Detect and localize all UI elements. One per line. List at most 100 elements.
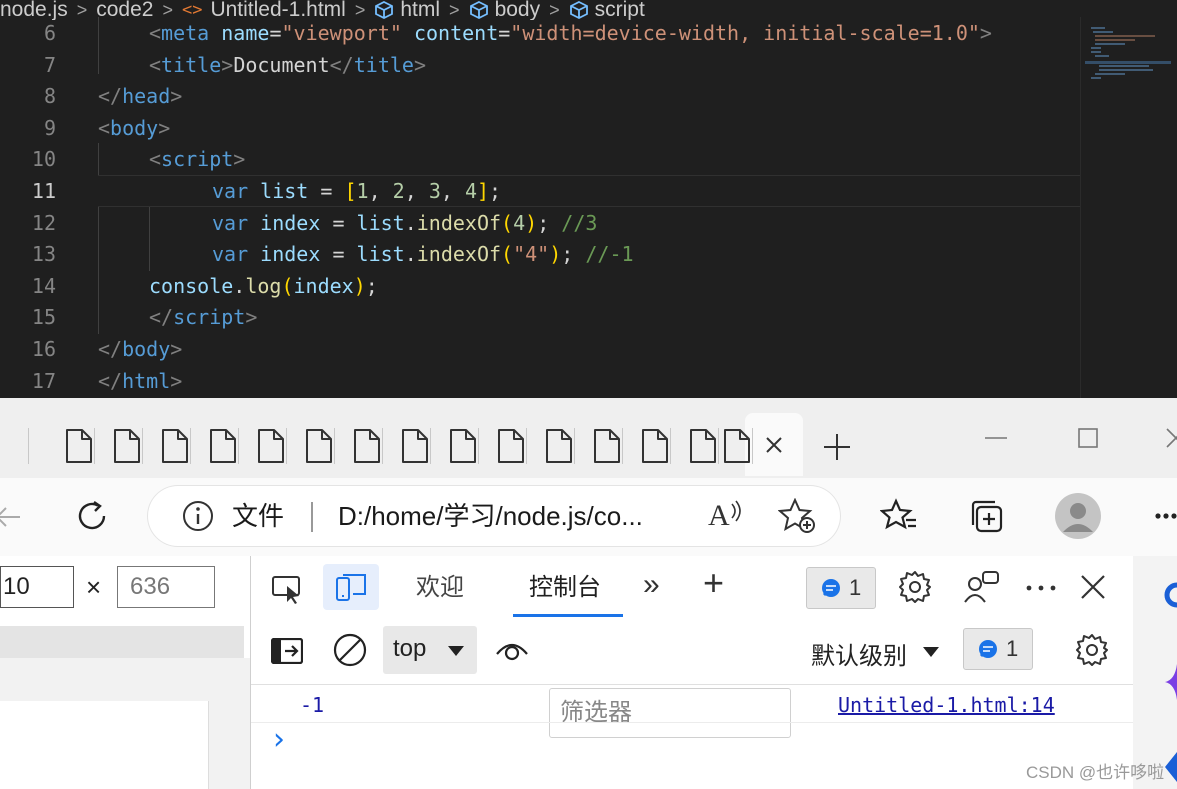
back-icon[interactable] — [0, 503, 22, 531]
tab-console[interactable]: 控制台 — [529, 573, 601, 603]
code-line[interactable]: 16 </body> — [0, 333, 1080, 365]
minimap-line — [1099, 69, 1153, 71]
minimap-line — [1093, 31, 1113, 33]
height-value: 636 — [130, 573, 171, 600]
window-close-icon[interactable] — [1166, 428, 1177, 448]
minimap-line — [1091, 77, 1101, 79]
feedback-icon[interactable] — [964, 570, 1000, 604]
tab-item[interactable] — [104, 428, 150, 464]
read-aloud-icon[interactable]: A — [708, 486, 730, 546]
settings-icon[interactable] — [898, 570, 932, 604]
sparkle-icon[interactable] — [1165, 664, 1177, 700]
clear-console-icon[interactable] — [333, 633, 367, 667]
device-toolbar-toggle[interactable] — [323, 564, 379, 610]
tab-welcome[interactable]: 欢迎 — [416, 573, 464, 603]
issues-badge[interactable]: 1 — [806, 567, 876, 609]
console-settings-icon[interactable] — [1075, 633, 1109, 667]
live-expression-icon[interactable] — [495, 638, 529, 662]
message-icon — [822, 579, 840, 597]
tab-item[interactable] — [536, 428, 582, 464]
document-icon — [306, 429, 332, 463]
new-tab-icon[interactable] — [822, 432, 852, 462]
code-line[interactable]: 10 <script> — [0, 143, 1080, 175]
document-icon — [450, 429, 476, 463]
message-icon — [979, 640, 997, 658]
more-icon[interactable] — [1154, 512, 1177, 520]
add-tool-icon[interactable]: + — [703, 565, 724, 601]
viewport-height-input[interactable]: 636 — [117, 566, 215, 608]
console-issues-badge[interactable]: 1 — [963, 628, 1033, 670]
code-editor[interactable]: node.js > code2 > <> Untitled-1.html > ht… — [0, 0, 1177, 398]
tool-icon[interactable] — [1165, 752, 1177, 782]
site-info-label[interactable]: 文件 — [232, 486, 284, 546]
maximize-icon[interactable] — [1078, 428, 1098, 448]
line-content: var index = list.indexOf(4); //3 — [212, 210, 598, 235]
tab-item[interactable] — [584, 428, 630, 464]
tab-item[interactable] — [248, 428, 294, 464]
tab-item[interactable] — [714, 428, 760, 464]
code-line[interactable]: 8 </head> — [0, 80, 1080, 112]
minimap-line — [1095, 39, 1135, 41]
devtools-more-icon[interactable] — [1025, 585, 1057, 591]
code-line[interactable]: 12 var index = list.indexOf(4); //3 — [0, 207, 1080, 239]
console-prompt[interactable]: › — [251, 722, 1134, 789]
tab-item[interactable] — [488, 428, 534, 464]
minimap-line — [1095, 35, 1155, 37]
minimize-icon[interactable] — [985, 436, 1007, 440]
log-level-select[interactable]: 默认级别 — [811, 626, 951, 674]
context-select[interactable]: top — [383, 626, 477, 674]
code-line[interactable]: 9 <body> — [0, 112, 1080, 144]
inspect-element-icon[interactable] — [271, 574, 303, 604]
page-viewport[interactable]: 10 × 636 — [0, 556, 250, 789]
tab-item[interactable] — [56, 428, 102, 464]
line-content: var index = list.indexOf("4"); //-1 — [212, 242, 634, 267]
prompt-chevron-icon: › — [273, 722, 285, 757]
refresh-icon[interactable] — [74, 498, 110, 534]
document-icon — [642, 429, 668, 463]
tab-item[interactable] — [152, 428, 198, 464]
info-icon[interactable] — [182, 500, 214, 532]
collections-icon[interactable] — [968, 498, 1004, 534]
document-icon — [402, 429, 428, 463]
sidebar-toggle-icon[interactable] — [271, 638, 303, 664]
tab-item[interactable] — [296, 428, 342, 464]
browser-window: 文件 D:/home/学习/node.js/co... A 10 × 636 欢… — [0, 398, 1177, 789]
emulated-page[interactable] — [0, 701, 209, 789]
document-icon — [546, 429, 572, 463]
tab-item[interactable] — [200, 428, 246, 464]
document-icon — [258, 429, 284, 463]
read-aloud-waves-icon — [731, 500, 741, 522]
code-line[interactable]: 15 </script> — [0, 301, 1080, 333]
tab-item[interactable] — [632, 428, 678, 464]
url-text[interactable]: D:/home/学习/node.js/co... — [338, 486, 643, 546]
favorite-add-icon[interactable] — [778, 498, 816, 534]
copilot-icon[interactable] — [1163, 582, 1177, 608]
log-source-link[interactable]: Untitled-1.html:14 — [838, 693, 1055, 717]
close-icon[interactable] — [764, 435, 784, 455]
chevron-down-icon — [923, 647, 939, 657]
profile-avatar[interactable] — [1054, 492, 1102, 540]
code-line[interactable]: 13 var index = list.indexOf("4"); //-1 — [0, 238, 1080, 270]
tab-item[interactable] — [440, 428, 486, 464]
address-bar[interactable]: 文件 D:/home/学习/node.js/co... A — [148, 486, 840, 546]
code-line[interactable]: 11 var list = [1, 2, 3, 4]; — [0, 175, 1080, 207]
device-ruler — [0, 626, 244, 658]
code-line[interactable]: 14 console.log(index); — [0, 270, 1080, 302]
viewport-width-input[interactable]: 10 — [0, 566, 74, 608]
more-tabs-icon[interactable]: » — [643, 570, 660, 600]
console-message[interactable]: -1 Untitled-1.html:14 — [251, 684, 1134, 723]
minimap[interactable] — [1080, 17, 1177, 398]
document-icon — [210, 429, 236, 463]
code-line[interactable]: 7 <title>Document</title> — [0, 49, 1080, 81]
close-devtools-icon[interactable] — [1080, 574, 1106, 600]
tab-item[interactable] — [392, 428, 438, 464]
minimap-line — [1095, 43, 1125, 45]
favorites-icon[interactable] — [880, 498, 918, 534]
code-line[interactable]: 6 <meta name="viewport" content="width=d… — [0, 17, 1080, 49]
issues-count: 1 — [849, 575, 862, 600]
tab-item[interactable] — [344, 428, 390, 464]
code-line[interactable]: 17 </html> — [0, 365, 1080, 397]
document-icon — [498, 429, 524, 463]
line-content: </html> — [98, 368, 183, 393]
line-content: <meta name="viewport" content="width=dev… — [149, 21, 992, 45]
